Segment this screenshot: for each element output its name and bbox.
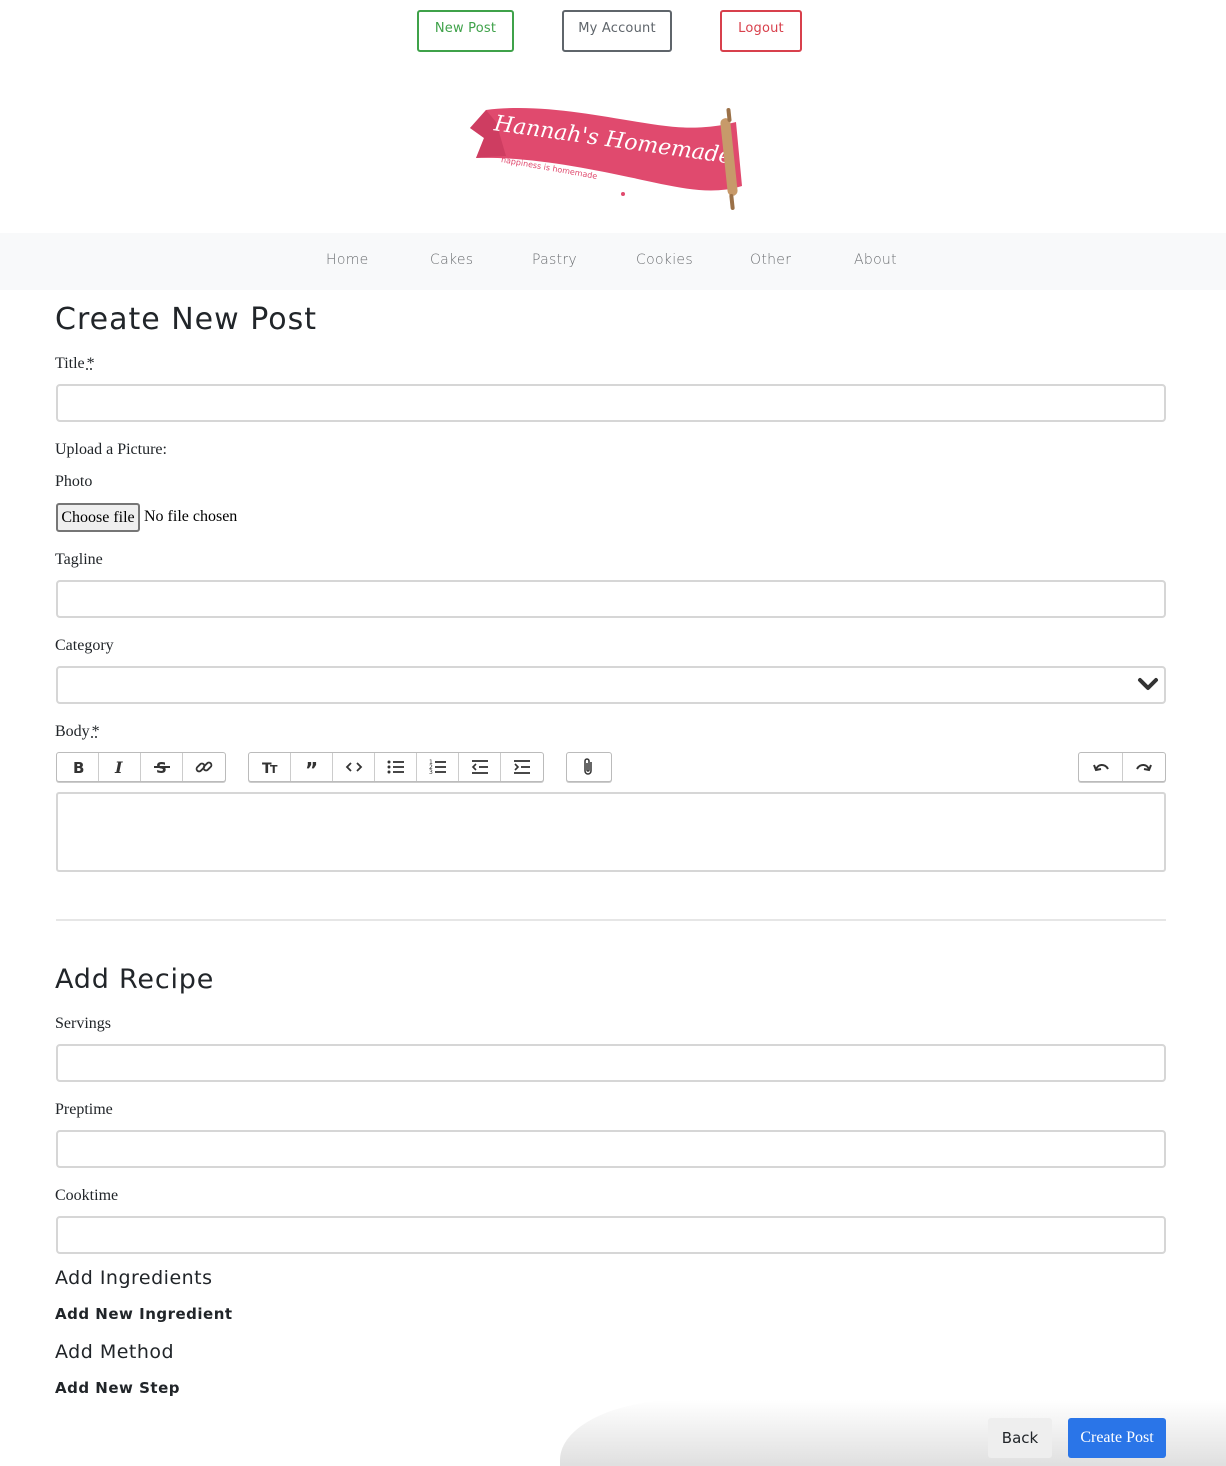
body-label: Body * [55, 723, 100, 740]
servings-input[interactable] [56, 1044, 1166, 1082]
logo-banner-icon: Hannah's Homemade happiness is homemade [470, 107, 742, 210]
cooktime-label: Cooktime [55, 1187, 119, 1204]
required-mark: * [86, 355, 95, 372]
body-editor[interactable] [56, 792, 1166, 872]
section-divider [56, 919, 1166, 921]
nav-cakes[interactable]: Cakes [430, 252, 473, 268]
svg-text:T: T [270, 763, 278, 776]
page-title: Create New Post [55, 302, 317, 337]
nav-home[interactable]: Home [326, 252, 369, 268]
choose-file-button[interactable]: Choose file [56, 503, 140, 532]
new-post-button[interactable]: New Post [417, 10, 514, 52]
code-icon[interactable] [333, 753, 375, 781]
heading-icon[interactable]: TT [249, 753, 291, 781]
servings-label: Servings [55, 1015, 111, 1032]
italic-icon[interactable]: I [99, 753, 141, 781]
block-format-toolbar: TT ” 123 [248, 752, 544, 782]
upload-label: Upload a Picture: [55, 441, 167, 458]
attach-toolbar [566, 752, 612, 782]
chevron-down-icon[interactable] [1137, 676, 1159, 692]
svg-text:B: B [73, 759, 84, 777]
photo-label: Photo [55, 473, 93, 490]
category-label: Category [55, 637, 114, 654]
main-navbar: Home Cakes Pastry Cookies Other About [0, 233, 1226, 290]
nav-other[interactable]: Other [750, 252, 791, 268]
add-step-link[interactable]: Add New Step [55, 1379, 180, 1397]
cooktime-input[interactable] [56, 1216, 1166, 1254]
strikethrough-icon[interactable]: S [141, 753, 183, 781]
bold-icon[interactable]: B [57, 753, 99, 781]
add-ingredients-title: Add Ingredients [55, 1267, 213, 1289]
create-post-button[interactable]: Create Post [1068, 1418, 1166, 1458]
quote-icon[interactable]: ” [291, 753, 333, 781]
svg-text:3: 3 [429, 769, 433, 776]
category-select[interactable] [56, 666, 1166, 704]
history-toolbar [1078, 752, 1166, 782]
tagline-label: Tagline [55, 551, 103, 568]
site-logo[interactable]: Hannah's Homemade happiness is homemade [466, 98, 752, 216]
attach-icon[interactable] [567, 753, 611, 781]
nav-cookies[interactable]: Cookies [636, 252, 693, 268]
required-mark: * [91, 723, 100, 740]
svg-text:”: ” [305, 758, 318, 777]
nav-pastry[interactable]: Pastry [532, 252, 577, 268]
logout-button[interactable]: Logout [720, 10, 802, 52]
add-recipe-title: Add Recipe [55, 964, 215, 995]
nav-about[interactable]: About [854, 252, 897, 268]
my-account-button[interactable]: My Account [562, 10, 672, 52]
indent-icon[interactable] [501, 753, 543, 781]
outdent-icon[interactable] [459, 753, 501, 781]
preptime-label: Preptime [55, 1101, 113, 1118]
back-button[interactable]: Back [988, 1418, 1052, 1458]
add-ingredient-link[interactable]: Add New Ingredient [55, 1305, 233, 1323]
title-input[interactable] [56, 384, 1166, 422]
preptime-input[interactable] [56, 1130, 1166, 1168]
undo-icon[interactable] [1079, 753, 1123, 781]
text-format-toolbar: B I S [56, 752, 226, 782]
title-label: Title * [55, 355, 95, 372]
file-status: No file chosen [144, 508, 238, 525]
redo-icon[interactable] [1123, 753, 1165, 781]
add-method-title: Add Method [55, 1341, 175, 1363]
svg-text:I: I [114, 758, 123, 777]
tagline-input[interactable] [56, 580, 1166, 618]
bullet-list-icon[interactable] [375, 753, 417, 781]
numbered-list-icon[interactable]: 123 [417, 753, 459, 781]
link-icon[interactable] [183, 753, 225, 781]
